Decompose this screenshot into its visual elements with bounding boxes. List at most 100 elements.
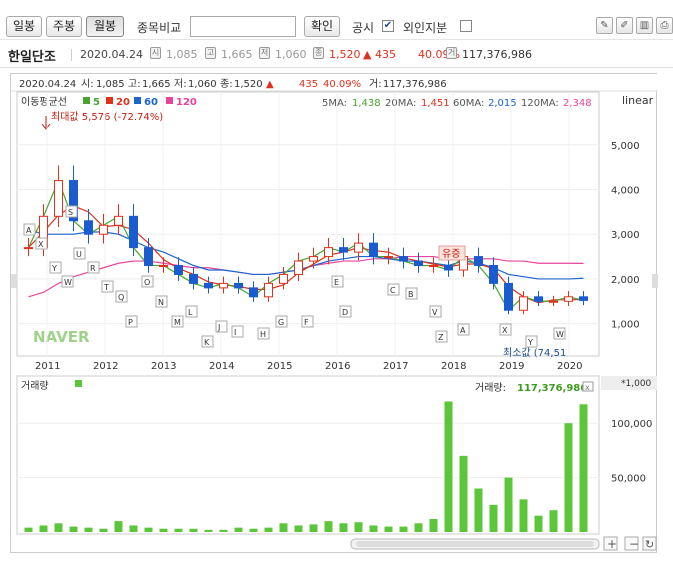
confirm-button[interactable]: 확인 (304, 16, 340, 37)
candle-body (354, 242, 363, 253)
legend-ma60-swatch (134, 97, 141, 104)
ma20-label: 20MA: (385, 98, 416, 109)
volume-bar (339, 523, 348, 532)
candle-body (534, 296, 543, 302)
stock-change: ▲ 435 (363, 48, 396, 61)
legend-ma20-swatch (106, 97, 113, 104)
year-label: 2014 (209, 361, 234, 372)
disclosure-marker-label: I (234, 328, 236, 337)
tab-monthly[interactable]: 월봉 (86, 16, 124, 37)
volume-axis-label: 50,000 (611, 474, 646, 485)
chart-left-handle-icon[interactable] (11, 274, 17, 288)
volume-bar (264, 527, 273, 532)
volume-bar (579, 404, 588, 532)
volume-bar (549, 510, 558, 532)
year-label: 2017 (383, 361, 408, 372)
volume-bar (249, 528, 258, 532)
year-label: 2015 (267, 361, 292, 372)
tab-weekly[interactable]: 주봉 (46, 16, 82, 37)
stock-info-bar: 한일단조 2020.04.24 시 1,085 고 1,665 저 1,060 … (0, 40, 673, 68)
foreign-checkbox[interactable] (460, 20, 472, 32)
svg-text:↻: ↻ (645, 538, 654, 551)
legend-ma120-swatch (166, 97, 173, 104)
chart-right-handle-icon[interactable] (652, 274, 658, 288)
candle-body (414, 260, 423, 267)
scale-label[interactable]: linear (622, 94, 654, 107)
header-arrow: ▲ (266, 79, 274, 90)
candle-body (54, 180, 63, 217)
volume-bar (144, 527, 153, 532)
max-value-label: 최대값 5,576 (-72.74%) (51, 111, 163, 123)
volume-bar (189, 528, 198, 532)
candle-body (114, 215, 123, 226)
volume-bar (534, 515, 543, 532)
candle-body (264, 282, 273, 298)
disclosure-marker-label: T (103, 283, 109, 292)
candle-body (324, 247, 333, 258)
legend-ma5-swatch (83, 97, 90, 104)
candle-body (489, 265, 498, 284)
disclosure-marker-label: P (128, 318, 133, 327)
disclosure-marker-label: O (144, 278, 150, 287)
draw-icon[interactable]: ✐ (616, 17, 633, 34)
compare-input[interactable] (190, 16, 296, 37)
close-icon: 종 (313, 47, 324, 59)
price-axis-label: 1,000 (611, 320, 640, 331)
volume-title: 거래량 (21, 380, 49, 392)
volume-bar (234, 527, 243, 532)
volume-bar (564, 423, 573, 532)
bulb-icon[interactable]: ✎ (596, 17, 613, 34)
volume-bar (519, 499, 528, 532)
price-chart[interactable]: 2020.04.24 시: 1,085 고: 1,665 저: 1,060 종:… (11, 74, 658, 554)
scrollbar-thumb[interactable] (356, 541, 594, 547)
disclosure-marker-label: V (432, 308, 438, 317)
volume-bar (204, 529, 213, 532)
header-volume-label: 거: (369, 78, 382, 90)
year-label: 2020 (557, 361, 582, 372)
price-axis-label: 2,000 (611, 275, 640, 286)
header-low: 1,060 (188, 79, 217, 90)
header-close: 1,520 (234, 79, 263, 90)
volume-bar (474, 488, 483, 532)
candle-body (234, 282, 243, 289)
header-change-pct: 40.09% (323, 79, 361, 90)
volume-legend-swatch (75, 380, 82, 387)
disclosure-marker-label: F (304, 318, 309, 327)
ma60-value: 2,015 (488, 98, 517, 109)
volume-unit: *1,000 (621, 379, 652, 389)
candle-body (309, 256, 318, 262)
disclosure-marker-label: G (278, 318, 284, 327)
header-low-label: 저: (174, 78, 187, 90)
volume-bar (489, 504, 498, 532)
ma5-label: 5MA: (322, 98, 347, 109)
disclosure-marker-label: L (188, 308, 193, 317)
disclosure-marker-label: E (334, 278, 339, 287)
volume-bar (114, 521, 123, 532)
candle-body (339, 247, 348, 253)
print-icon[interactable]: ⎙ (656, 17, 673, 34)
candle-body (429, 265, 438, 268)
candle-body (504, 282, 513, 311)
stock-close: 1,520 (329, 48, 361, 61)
price-axis-label: 3,000 (611, 230, 640, 241)
disclosure-marker-label: X (502, 326, 508, 335)
layout-icon[interactable]: ▥ (636, 17, 653, 34)
tab-daily[interactable]: 일봉 (6, 16, 42, 37)
svg-text:+: + (607, 537, 617, 551)
header-open-label: 시: (81, 78, 94, 90)
disclosure-checkbox[interactable]: ✔ (382, 20, 394, 32)
header-change: 435 (299, 79, 318, 90)
volume-bar (99, 528, 108, 532)
disclosure-marker-label: U (76, 250, 82, 259)
compare-label: 종목비교 (137, 21, 182, 35)
stock-volume: 117,376,986 (462, 48, 532, 61)
candle-body (564, 296, 573, 302)
volume-bar (294, 525, 303, 532)
candle-body (99, 224, 108, 235)
candle-body (384, 256, 393, 259)
disclosure-marker-label: Q (118, 293, 124, 302)
candle-body (189, 273, 198, 284)
year-label: 2012 (93, 361, 118, 372)
ma5-value: 1,438 (352, 98, 381, 109)
header-open: 1,085 (96, 79, 125, 90)
